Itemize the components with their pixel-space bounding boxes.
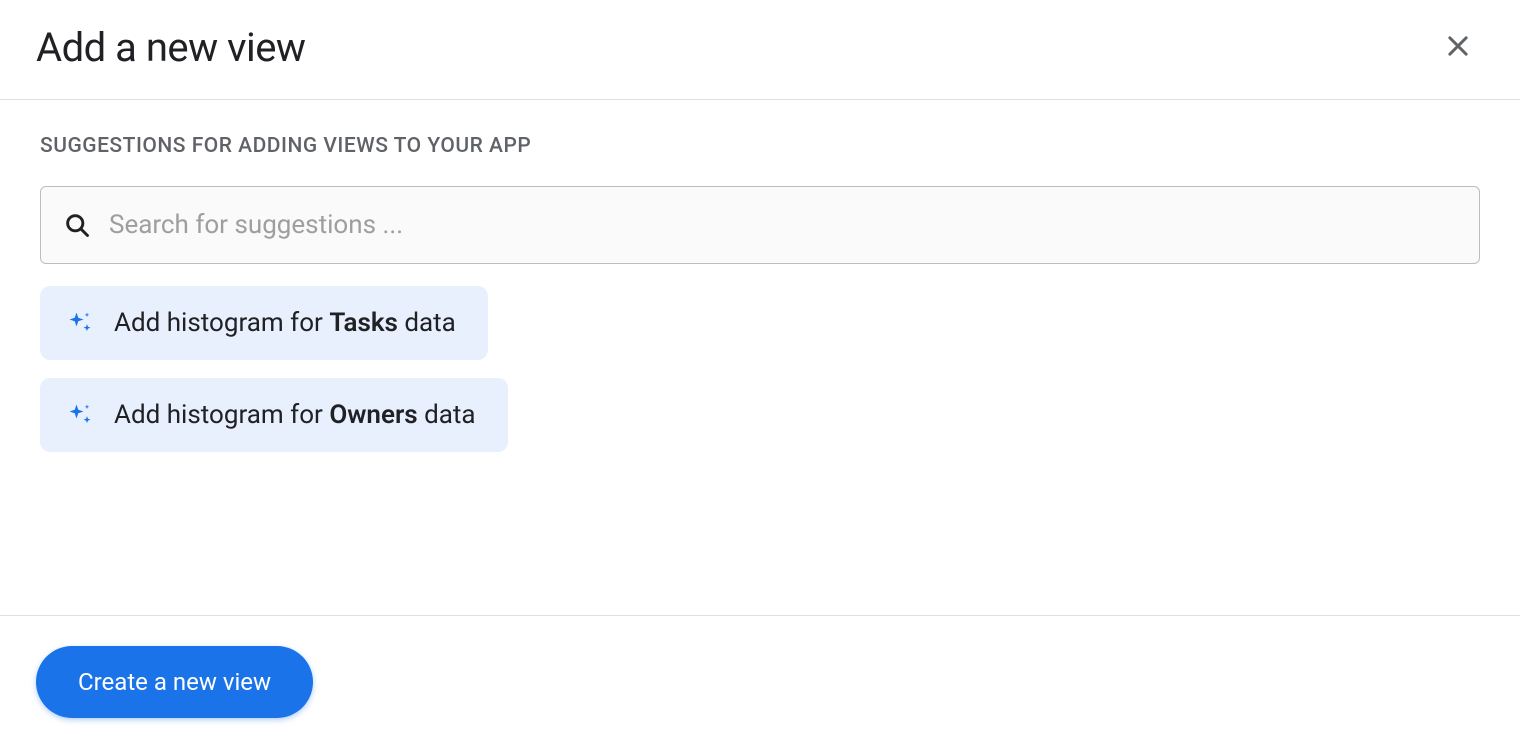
dialog-header: Add a new view [0,0,1520,100]
sparkle-icon [66,401,94,429]
section-label: SUGGESTIONS FOR ADDING VIEWS TO YOUR APP [40,134,1480,158]
create-new-view-button[interactable]: Create a new view [36,646,313,718]
close-icon [1444,32,1472,63]
search-container[interactable] [40,186,1480,264]
suggestion-list: Add histogram for Tasks data Add histogr… [40,286,1480,452]
sparkle-icon [66,309,94,337]
search-input[interactable] [109,210,1457,240]
close-button[interactable] [1436,24,1480,71]
suggestion-chip[interactable]: Add histogram for Owners data [40,378,508,452]
search-icon [63,211,91,239]
suggestion-chip[interactable]: Add histogram for Tasks data [40,286,488,360]
suggestion-text: Add histogram for Owners data [114,400,476,430]
dialog-footer: Create a new view [0,615,1520,748]
suggestion-text: Add histogram for Tasks data [114,308,456,338]
dialog-content: SUGGESTIONS FOR ADDING VIEWS TO YOUR APP… [0,100,1520,452]
dialog-title: Add a new view [36,24,305,71]
